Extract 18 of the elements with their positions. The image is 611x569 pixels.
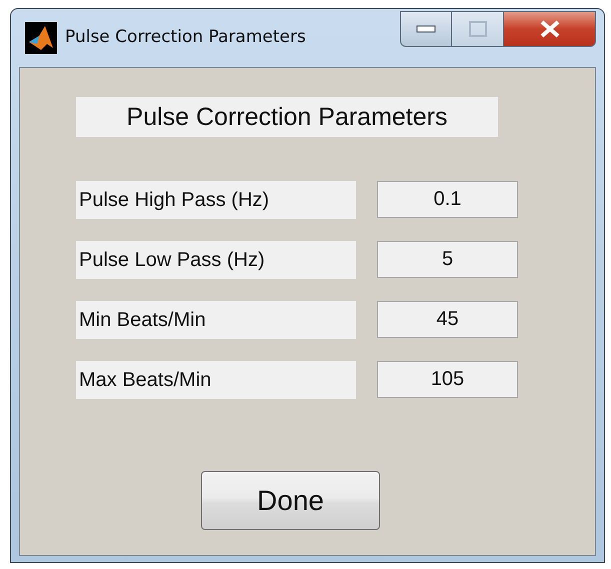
- done-button[interactable]: Done: [201, 471, 380, 530]
- parameter-label: Pulse High Pass (Hz): [76, 181, 356, 219]
- window-title: Pulse Correction Parameters: [65, 27, 306, 47]
- parameter-input-field[interactable]: 45: [377, 301, 518, 338]
- minimize-button[interactable]: [400, 11, 452, 47]
- parameter-label: Pulse Low Pass (Hz): [76, 241, 356, 279]
- maximize-icon: [468, 21, 486, 37]
- parameter-label: Min Beats/Min: [76, 301, 356, 339]
- parameter-input-field[interactable]: 105: [377, 361, 518, 398]
- close-button[interactable]: [504, 11, 596, 47]
- parameter-label: Max Beats/Min: [76, 361, 356, 399]
- parameter-input-field[interactable]: 0.1: [377, 181, 518, 218]
- panel-heading: Pulse Correction Parameters: [76, 97, 498, 137]
- parameter-input-field[interactable]: 5: [377, 241, 518, 278]
- close-icon: [538, 20, 560, 38]
- minimize-icon: [416, 25, 436, 33]
- app-logo-icon: [25, 22, 57, 54]
- maximize-button[interactable]: [452, 11, 504, 47]
